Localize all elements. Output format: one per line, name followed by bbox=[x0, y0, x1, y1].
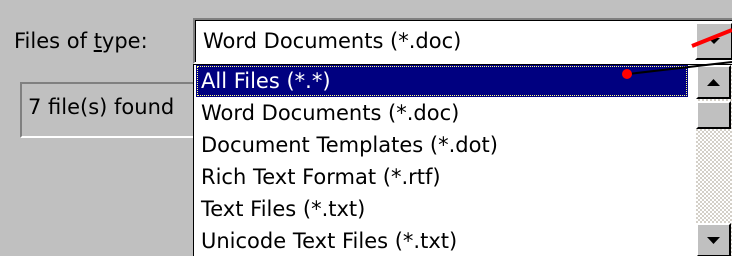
annotation-red-line bbox=[691, 28, 732, 48]
annotation-black-line bbox=[627, 61, 732, 75]
annotation-pointer-lines bbox=[622, 28, 732, 79]
annotation-red-dot bbox=[622, 69, 632, 79]
